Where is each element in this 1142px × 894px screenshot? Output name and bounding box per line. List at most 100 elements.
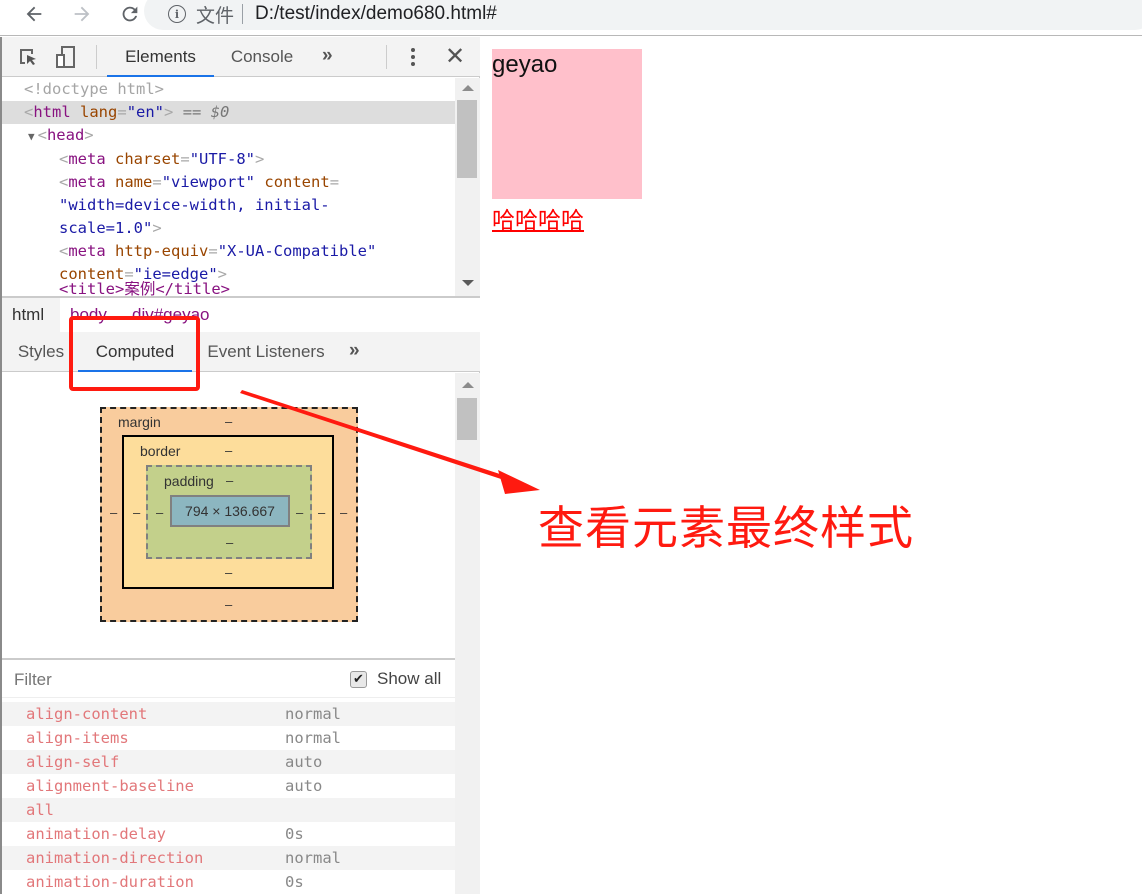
property-row[interactable]: align-items normal — [2, 726, 455, 750]
property-row[interactable]: all — [2, 798, 455, 822]
back-button[interactable] — [20, 0, 48, 28]
border-label: border — [140, 443, 181, 459]
address-bar[interactable]: i 文件 D:/test/index/demo680.html# — [144, 0, 1142, 30]
computed-scrollbar[interactable] — [455, 373, 480, 894]
scroll-up-icon[interactable] — [462, 382, 474, 388]
dom-node-doctype[interactable]: <!doctype html> — [2, 78, 455, 101]
page-viewport: geyao 哈哈哈哈 — [481, 37, 1142, 894]
filter-bar: ✔ Show all — [2, 658, 455, 698]
property-name: align-self — [26, 753, 120, 771]
tab-console[interactable]: Console — [222, 37, 302, 77]
property-name: align-content — [26, 705, 148, 723]
dom-tree: <!doctype html> <html lang="en"> == $0 ▼… — [2, 78, 455, 296]
property-value: auto — [285, 777, 323, 795]
more-subtabs-icon[interactable]: » — [349, 340, 360, 362]
property-value: normal — [285, 705, 341, 723]
border-right-value: – — [318, 505, 326, 520]
box-model-content[interactable]: 794 × 136.667 — [170, 495, 290, 527]
box-model-border[interactable]: border – – – – padding – – – – 794 × 136… — [122, 435, 334, 589]
scroll-thumb[interactable] — [457, 398, 477, 440]
box-model-padding[interactable]: padding – – – – 794 × 136.667 — [146, 465, 312, 559]
border-left-value: – — [133, 505, 141, 520]
dom-node-meta-viewport[interactable]: <meta name="viewport" content= — [2, 171, 455, 194]
devtools-toolbar: Elements Console » ✕ — [2, 37, 480, 77]
show-all-label: Show all — [377, 669, 442, 688]
device-toggle-icon[interactable] — [54, 45, 78, 69]
computed-pane: margin – – – – border – – – – padding – … — [2, 373, 455, 894]
scroll-thumb[interactable] — [457, 100, 477, 178]
reload-button[interactable] — [116, 0, 144, 28]
tab-computed[interactable]: Computed — [78, 332, 192, 372]
dom-tree-scrollbar[interactable] — [455, 78, 480, 296]
inspect-element-icon[interactable] — [16, 45, 40, 69]
selected-marker: == $0 — [182, 103, 230, 121]
toolbar-divider — [386, 45, 387, 69]
scheme-label: 文件 — [196, 5, 235, 27]
breadcrumb-html[interactable]: html — [2, 298, 60, 332]
property-row[interactable]: align-self auto — [2, 750, 455, 774]
dom-node-meta-viewport-cont[interactable]: "width=device-width, initial- — [2, 194, 455, 217]
tab-elements[interactable]: Elements — [107, 37, 214, 77]
margin-top-value: – — [225, 414, 233, 429]
property-name: alignment-baseline — [26, 777, 194, 795]
property-row[interactable]: alignment-baseline auto — [2, 774, 455, 798]
toolbar-divider — [96, 45, 97, 69]
devtools-panel: Elements Console » ✕ <!doctype html> <ht… — [0, 37, 480, 894]
property-row[interactable]: animation-direction normal — [2, 846, 455, 870]
arrow-right-icon — [74, 6, 90, 22]
show-all-checkbox[interactable]: ✔ Show all — [350, 669, 441, 689]
filter-input[interactable] — [14, 668, 314, 692]
scroll-up-icon[interactable] — [462, 85, 474, 91]
checkbox-checked-icon[interactable]: ✔ — [350, 670, 367, 688]
breadcrumb: html body div#geyao — [2, 296, 480, 332]
padding-top-value: – — [226, 473, 234, 488]
address-separator — [242, 4, 244, 24]
sidebar-tabs: Styles Computed Event Listeners » — [2, 332, 480, 372]
expand-triangle-icon[interactable]: ▼ — [28, 130, 35, 143]
dom-node-meta-charset[interactable]: <meta charset="UTF-8"> — [2, 148, 455, 171]
margin-bottom-value: – — [225, 597, 233, 612]
padding-bottom-value: – — [226, 535, 234, 550]
property-row[interactable]: align-content normal — [2, 702, 455, 726]
padding-right-value: – — [296, 505, 304, 520]
dom-node-title-partial[interactable]: <title>案例</title> — [2, 278, 455, 296]
more-options-icon[interactable] — [408, 46, 418, 68]
annotation-text: 查看元素最终样式 — [538, 501, 914, 555]
property-value: auto — [285, 753, 323, 771]
property-row[interactable]: animation-duration 0s — [2, 870, 455, 894]
property-name: animation-direction — [26, 849, 204, 867]
tab-styles[interactable]: Styles — [12, 332, 70, 372]
dom-node-html[interactable]: <html lang="en"> == $0 — [2, 101, 455, 124]
property-value: normal — [285, 849, 341, 867]
reload-icon — [122, 6, 138, 22]
margin-left-value: – — [110, 505, 118, 520]
property-name: animation-delay — [26, 825, 166, 843]
url-text[interactable]: D:/test/index/demo680.html# — [255, 3, 497, 25]
property-name: all — [26, 801, 54, 819]
property-name: align-items — [26, 729, 129, 747]
haha-link[interactable]: 哈哈哈哈 — [492, 201, 584, 235]
dom-node-head[interactable]: ▼ <head> — [2, 124, 455, 148]
tab-event-listeners[interactable]: Event Listeners — [202, 332, 330, 372]
info-icon[interactable]: i — [168, 5, 186, 23]
breadcrumb-body[interactable]: body — [70, 298, 107, 332]
breadcrumb-div[interactable]: div#geyao — [132, 298, 210, 332]
property-row[interactable]: animation-delay 0s — [2, 822, 455, 846]
margin-label: margin — [118, 414, 161, 430]
border-top-value: – — [225, 443, 233, 458]
padding-left-value: – — [156, 505, 164, 520]
close-devtools-icon[interactable]: ✕ — [445, 42, 465, 71]
dom-node-meta-compat[interactable]: <meta http-equiv="X-UA-Compatible" — [2, 240, 455, 263]
geyao-div[interactable]: geyao — [492, 49, 642, 199]
forward-button[interactable] — [68, 0, 96, 28]
border-bottom-value: – — [225, 565, 233, 580]
property-value: normal — [285, 729, 341, 747]
box-model-diagram: margin – – – – border – – – – padding – … — [100, 407, 358, 622]
more-tabs-icon[interactable]: » — [322, 45, 333, 67]
scroll-down-icon[interactable] — [462, 280, 474, 286]
arrow-left-icon — [26, 6, 42, 22]
dom-node-meta-viewport-cont2[interactable]: scale=1.0"> — [2, 217, 455, 240]
padding-label: padding — [164, 473, 214, 489]
computed-properties-list: align-content normal align-items normal al… — [2, 702, 455, 894]
property-name: animation-duration — [26, 873, 194, 891]
